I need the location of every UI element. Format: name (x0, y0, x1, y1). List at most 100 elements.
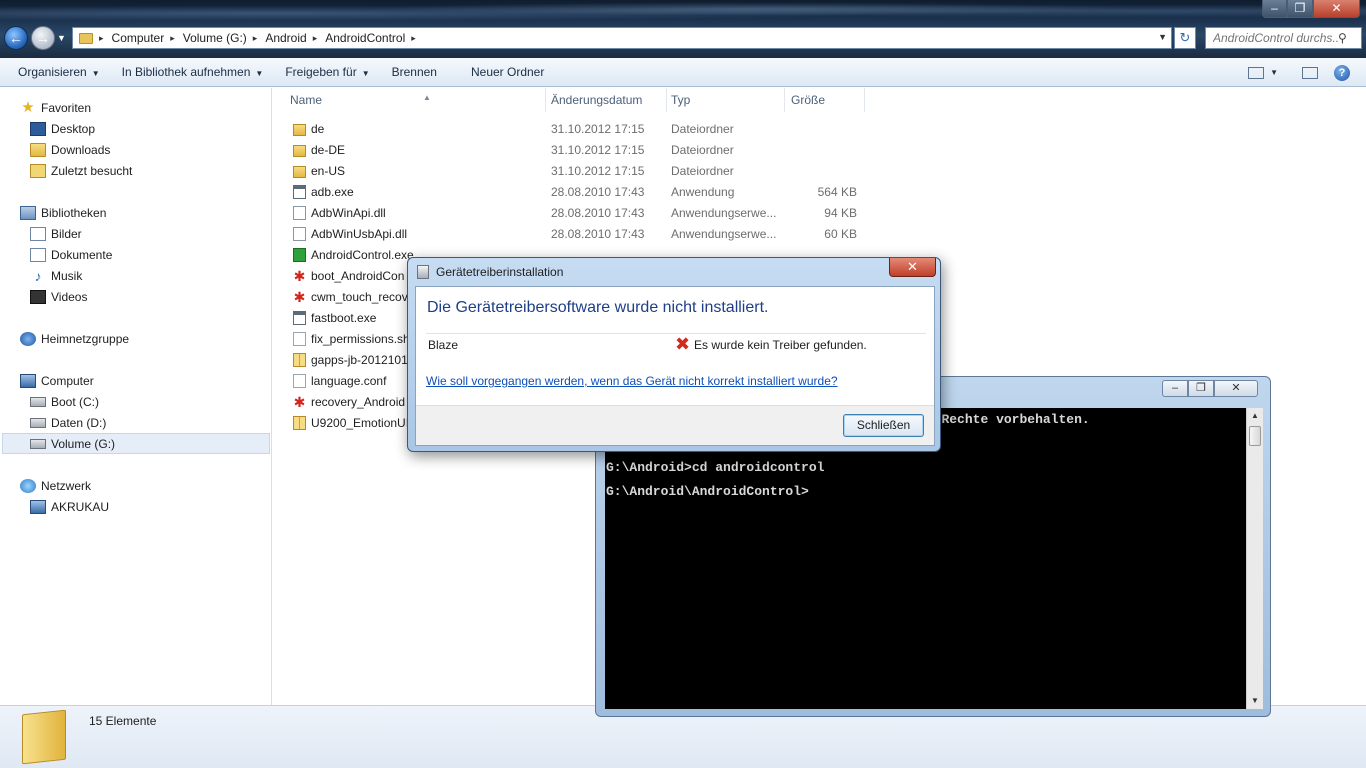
column-header-type[interactable]: Typ (667, 88, 785, 112)
forward-button[interactable]: → (31, 26, 55, 50)
column-header-name[interactable]: Name ▲ (286, 88, 546, 112)
sidebar-item-videos[interactable]: Videos (30, 287, 87, 306)
file-row[interactable]: de-DE 31.10.2012 17:15 Dateiordner (289, 140, 869, 161)
breadcrumb-separator[interactable]: ▸ (313, 33, 318, 44)
dll-icon (293, 206, 306, 220)
dialog-close-button[interactable]: ✕ (889, 258, 936, 277)
scroll-up-icon[interactable]: ▲ (1247, 408, 1263, 424)
recent-places-icon (30, 163, 46, 178)
sidebar-item-recent[interactable]: Zuletzt besucht (30, 161, 132, 180)
file-row[interactable]: AdbWinUsbApi.dll 28.08.2010 17:43 Anwendun… (289, 224, 869, 245)
application-icon (293, 311, 306, 325)
search-input[interactable] (1213, 31, 1338, 45)
app-icon (293, 248, 306, 262)
sidebar-item-homegroup[interactable]: Heimnetzgruppe (20, 329, 129, 348)
share-with-menu[interactable]: Freigeben für ▼ (276, 58, 378, 87)
address-dropdown-icon[interactable]: ▼ (1158, 32, 1167, 42)
sidebar-item-label: Zuletzt besucht (51, 163, 133, 178)
burn-button[interactable]: Brennen (383, 58, 446, 87)
file-type: Dateiordner (671, 122, 734, 136)
scroll-down-icon[interactable]: ▼ (1247, 693, 1263, 709)
console-scrollbar[interactable]: ▲ ▼ (1246, 408, 1263, 709)
chevron-down-icon: ▼ (255, 68, 264, 78)
view-dropdown-icon[interactable]: ▼ (1270, 68, 1278, 77)
file-row[interactable]: en-US 31.10.2012 17:15 Dateiordner (289, 161, 869, 182)
drive-icon (30, 396, 46, 407)
include-library-menu[interactable]: In Bibliothek aufnehmen ▼ (113, 58, 273, 87)
toolbar-right-group: ▼ ? (1236, 58, 1366, 87)
image-file-icon: ✱ (293, 394, 306, 410)
sidebar-item-documents[interactable]: Dokumente (30, 245, 112, 264)
preview-pane-icon[interactable] (1302, 66, 1318, 79)
sidebar-item-network[interactable]: Netzwerk (20, 476, 91, 495)
downloads-folder-icon (30, 142, 46, 157)
file-type: Anwendungserwe... (671, 206, 777, 220)
breadcrumb-computer[interactable]: Computer (112, 31, 165, 45)
folder-icon (22, 709, 66, 765)
console-maximize-button[interactable]: ❐ (1188, 380, 1214, 397)
change-view-icon[interactable] (1248, 66, 1265, 79)
sidebar-item-computer[interactable]: Computer (20, 371, 94, 390)
new-folder-button[interactable]: Neuer Ordner (462, 58, 553, 87)
sidebar-item-label: Computer (41, 373, 94, 388)
refresh-button[interactable]: ↻ (1174, 27, 1196, 49)
search-box[interactable]: ⚲ (1205, 27, 1362, 49)
sidebar-item-label: Dokumente (51, 247, 113, 262)
file-name: boot_AndroidCon (311, 269, 405, 283)
breadcrumb-androidcontrol[interactable]: AndroidControl (325, 31, 405, 45)
folder-icon (79, 32, 93, 44)
device-icon (417, 265, 429, 279)
maximize-button[interactable]: ❐ (1287, 0, 1313, 18)
file-size: 564 KB (817, 185, 857, 199)
sidebar-item-label: Desktop (51, 121, 96, 136)
sidebar-item-pictures[interactable]: Bilder (30, 224, 82, 243)
sidebar-item-volume-g[interactable]: Volume (G:) (30, 434, 115, 453)
column-header-date[interactable]: Änderungsdatum (547, 88, 667, 112)
breadcrumb-volume-g[interactable]: Volume (G:) (183, 31, 247, 45)
item-count: 15 Elemente (89, 714, 157, 728)
address-bar[interactable]: ▸ Computer ▸ Volume (G:) ▸ Android ▸ And… (72, 27, 1172, 49)
back-button[interactable]: ← (4, 26, 28, 50)
scrollbar-thumb[interactable] (1249, 426, 1261, 446)
sidebar-item-libraries[interactable]: Bibliotheken (20, 203, 106, 222)
dialog-heading: Die Gerätetreibersoftware wurde nicht in… (427, 299, 769, 316)
close-dialog-button[interactable]: Schließen (843, 414, 924, 437)
search-icon[interactable]: ⚲ (1338, 31, 1347, 45)
help-link[interactable]: Wie soll vorgegangen werden, wenn das Ge… (426, 374, 838, 388)
breadcrumb-separator[interactable]: ▸ (170, 33, 175, 44)
sidebar-item-label: Heimnetzgruppe (41, 331, 130, 346)
file-row[interactable]: de 31.10.2012 17:15 Dateiordner (289, 119, 869, 140)
sidebar-item-label: AKRUKAU (51, 499, 110, 514)
sidebar-item-boot-c[interactable]: Boot (C:) (30, 392, 99, 411)
help-icon[interactable]: ? (1334, 64, 1350, 81)
breadcrumb-separator[interactable]: ▸ (411, 33, 416, 44)
sidebar-item-daten-d[interactable]: Daten (D:) (30, 413, 106, 432)
sidebar-item-akrukau[interactable]: AKRUKAU (30, 497, 109, 516)
file-row[interactable]: adb.exe 28.08.2010 17:43 Anwendung 564 KB (289, 182, 869, 203)
sidebar-item-desktop[interactable]: Desktop (30, 119, 95, 138)
file-name: adb.exe (311, 185, 354, 199)
console-minimize-button[interactable]: – (1162, 380, 1188, 397)
sidebar-item-label: Favoriten (41, 100, 92, 115)
computer-icon (20, 373, 36, 388)
console-close-button[interactable]: ✕ (1214, 380, 1258, 397)
column-header-size[interactable]: Größe (787, 88, 865, 112)
breadcrumb-separator[interactable]: ▸ (99, 33, 104, 44)
file-row[interactable]: AdbWinApi.dll 28.08.2010 17:43 Anwendungse… (289, 203, 869, 224)
sidebar-item-favorites[interactable]: ★ Favoriten (20, 98, 91, 117)
close-button[interactable]: ✕ (1313, 0, 1360, 18)
pictures-icon (30, 226, 46, 241)
minimize-button[interactable]: – (1262, 0, 1287, 18)
file-date: 28.08.2010 17:43 (551, 227, 645, 241)
recent-pages-dropdown-icon[interactable]: ▼ (57, 33, 66, 43)
breadcrumb-separator[interactable]: ▸ (253, 33, 258, 44)
dialog-title: Gerätetreiberinstallation (436, 265, 564, 279)
file-date: 28.08.2010 17:43 (551, 185, 645, 199)
breadcrumb-android[interactable]: Android (265, 31, 306, 45)
console-output[interactable]: Alle Rechte vorbehalten. G:\>cd android … (605, 408, 1246, 709)
organize-menu[interactable]: Organisieren ▼ (0, 58, 109, 87)
sidebar-item-music[interactable]: ♪ Musik (30, 266, 83, 285)
network-icon (20, 478, 36, 493)
sidebar-item-downloads[interactable]: Downloads (30, 140, 110, 159)
folder-icon (293, 145, 306, 157)
